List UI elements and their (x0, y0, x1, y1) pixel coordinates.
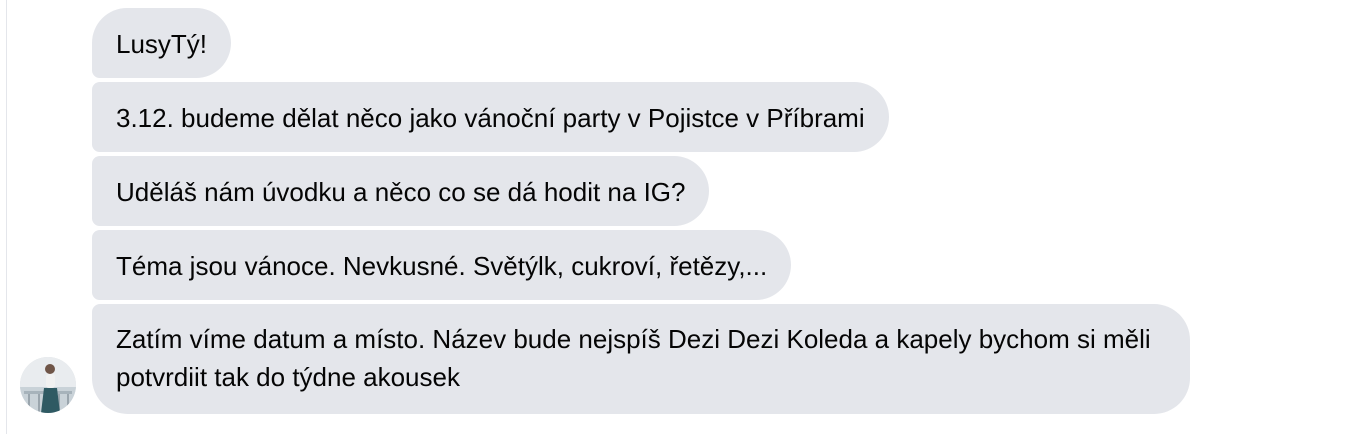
message-bubble[interactable]: LusyTý! (92, 8, 232, 78)
message-bubble[interactable]: Uděláš nám úvodku a něco co se dá hodit … (92, 156, 710, 226)
message-bubble[interactable]: Zatím víme datum a místo. Název bude nej… (92, 304, 1190, 414)
panel-divider (6, 0, 7, 434)
avatar-photo-icon (20, 357, 76, 413)
message-thread: LusyTý! 3.12. budeme dělat něco jako ván… (92, 8, 1366, 418)
message-bubble[interactable]: 3.12. budeme dělat něco jako vánoční par… (92, 82, 889, 152)
sender-avatar[interactable] (20, 357, 76, 413)
message-bubble[interactable]: Téma jsou vánoce. Nevkusné. Světýlk, cuk… (92, 230, 792, 300)
